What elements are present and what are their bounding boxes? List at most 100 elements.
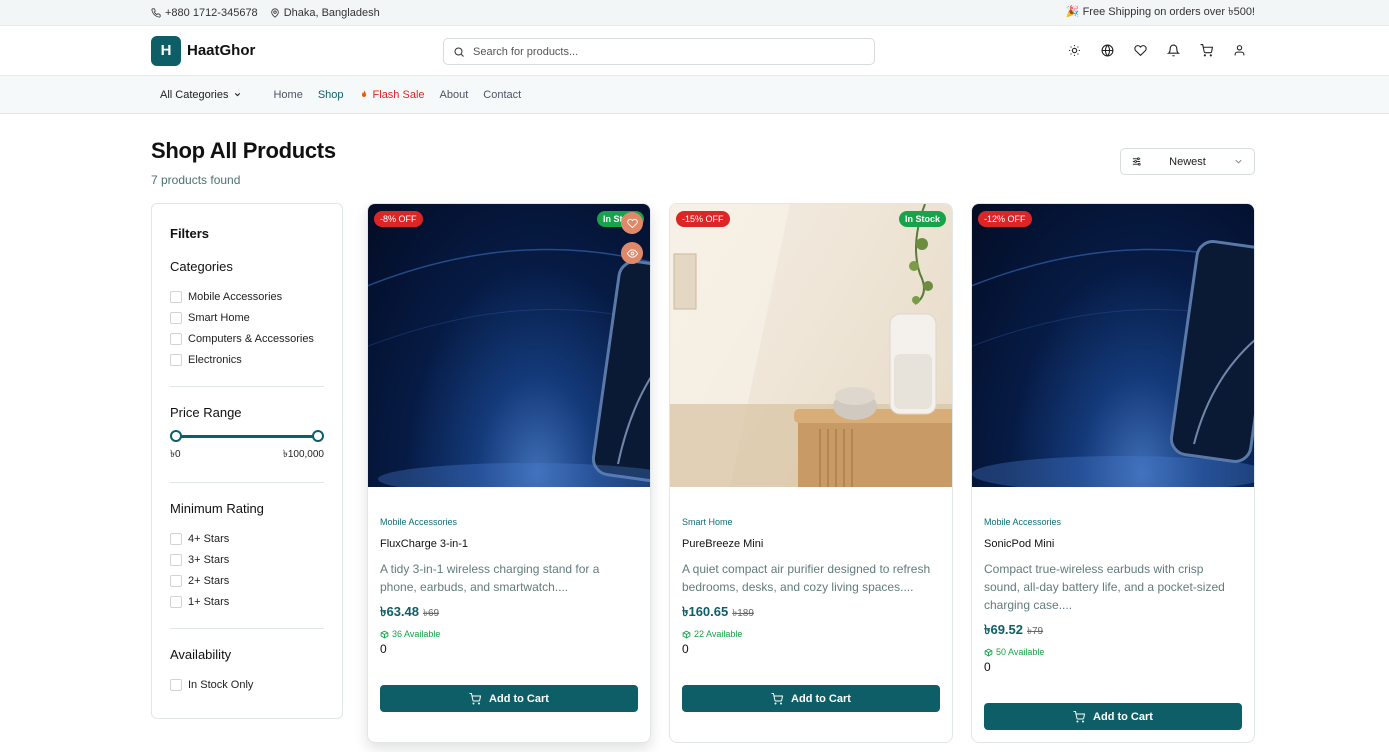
cart-icon: [469, 692, 482, 704]
original-price: ৳69: [423, 608, 440, 619]
theme-toggle-button[interactable]: [1067, 43, 1082, 58]
rating-option[interactable]: 2+ Stars: [170, 570, 324, 591]
add-to-cart-button[interactable]: Add to Cart: [984, 703, 1242, 730]
product-category[interactable]: Mobile Accessories: [380, 517, 638, 527]
price-range-title: Price Range: [170, 405, 242, 420]
nav-flash-sale[interactable]: Flash Sale: [359, 89, 425, 101]
category-option[interactable]: Electronics: [170, 349, 324, 370]
product-extra-value: 0: [984, 660, 991, 674]
package-icon: [984, 648, 993, 656]
rating-label: 3+ Stars: [188, 553, 230, 566]
product-card[interactable]: -15% OFF In Stock Smart Home PureBreeze …: [669, 203, 953, 743]
header-actions: [1067, 43, 1247, 58]
product-description: A quiet compact air purifier designed to…: [682, 562, 931, 594]
wishlist-button[interactable]: [621, 212, 643, 234]
cart-button[interactable]: [1199, 43, 1214, 58]
cart-icon: [1200, 44, 1213, 57]
in-stock-option[interactable]: In Stock Only: [170, 674, 324, 695]
heart-icon: [1134, 45, 1147, 57]
checkbox[interactable]: [170, 595, 182, 608]
product-name[interactable]: FluxCharge 3-in-1: [380, 538, 638, 550]
slider-max-handle[interactable]: [312, 430, 324, 442]
categories-title: Categories: [170, 259, 233, 274]
nav-home[interactable]: Home: [273, 89, 302, 101]
notifications-button[interactable]: [1166, 43, 1181, 58]
rating-option[interactable]: 4+ Stars: [170, 528, 324, 549]
add-to-cart-label: Add to Cart: [791, 692, 851, 705]
product-category[interactable]: Mobile Accessories: [984, 517, 1242, 527]
add-to-cart-label: Add to Cart: [1093, 710, 1153, 723]
checkbox[interactable]: [170, 353, 182, 366]
product-card[interactable]: -8% OFF In Stock Mobile Accessories Flux…: [367, 203, 651, 743]
phone-illustration: [368, 248, 650, 487]
flame-icon: [361, 90, 366, 97]
divider: [170, 628, 324, 629]
discount-badge: -12% OFF: [978, 211, 1032, 227]
checkbox[interactable]: [170, 332, 182, 345]
category-option[interactable]: Mobile Accessories: [170, 286, 324, 307]
product-card[interactable]: -12% OFF Mobile Accessories SonicPod Min…: [971, 203, 1255, 743]
all-categories-dropdown[interactable]: All Categories: [151, 83, 251, 107]
nav-about[interactable]: About: [440, 89, 469, 101]
product-info: Smart Home PureBreeze Mini A quiet compa…: [670, 487, 952, 656]
price-range-slider[interactable]: [170, 429, 324, 443]
phone-info: +880 1712-345678: [151, 7, 258, 19]
product-price: ৳160.65: [682, 604, 729, 619]
category-label: Computers & Accessories: [188, 332, 314, 345]
promo-text: 🎉 Free Shipping on orders over ৳500!: [1065, 6, 1255, 18]
sort-dropdown[interactable]: Newest: [1120, 148, 1255, 175]
nav-shop[interactable]: Shop: [318, 89, 344, 101]
checkbox[interactable]: [170, 574, 182, 587]
air-purifier-illustration: [670, 204, 952, 487]
price-row: ৳160.65 ৳189: [682, 603, 940, 624]
product-name[interactable]: SonicPod Mini: [984, 538, 1242, 550]
nav-contact[interactable]: Contact: [483, 89, 521, 101]
checkbox[interactable]: [170, 678, 182, 691]
category-option[interactable]: Smart Home: [170, 307, 324, 328]
discount-badge: -8% OFF: [374, 211, 423, 227]
checkbox[interactable]: [170, 311, 182, 324]
product-category[interactable]: Smart Home: [682, 517, 940, 527]
search-input[interactable]: [473, 45, 853, 58]
product-info: Mobile Accessories SonicPod Mini Compact…: [972, 487, 1254, 674]
location-text: Dhaka, Bangladesh: [283, 6, 380, 19]
divider: [170, 482, 324, 483]
product-image[interactable]: -15% OFF In Stock: [670, 204, 952, 487]
available-count: 22 Available: [694, 629, 743, 639]
checkbox[interactable]: [170, 532, 182, 545]
quick-view-button[interactable]: [621, 242, 643, 264]
product-info: Mobile Accessories FluxCharge 3-in-1 A t…: [368, 487, 650, 656]
rating-option[interactable]: 3+ Stars: [170, 549, 324, 570]
slider-min-handle[interactable]: [170, 430, 182, 442]
checkbox[interactable]: [170, 290, 182, 303]
product-image[interactable]: -8% OFF In Stock: [368, 204, 650, 487]
filters-title: Filters: [170, 226, 210, 241]
logo[interactable]: H HaatGhor: [151, 35, 256, 66]
language-button[interactable]: [1100, 43, 1115, 58]
product-name[interactable]: PureBreeze Mini: [682, 538, 940, 550]
availability: 22 Available: [682, 629, 940, 639]
product-image[interactable]: -12% OFF: [972, 204, 1254, 487]
product-description: Compact true-wireless earbuds with crisp…: [984, 562, 1225, 612]
sun-icon: [1069, 45, 1080, 56]
availability: 50 Available: [984, 647, 1242, 657]
heart-icon: [626, 218, 638, 228]
checkbox[interactable]: [170, 553, 182, 566]
category-option[interactable]: Computers & Accessories: [170, 328, 324, 349]
add-to-cart-button[interactable]: Add to Cart: [682, 685, 940, 712]
price-range-labels: ৳0 ৳100,000: [170, 447, 324, 464]
category-label: Smart Home: [188, 311, 250, 324]
rating-option[interactable]: 1+ Stars: [170, 591, 324, 612]
phone-icon: [151, 7, 161, 18]
category-label: Electronics: [188, 353, 242, 366]
search-icon: [454, 47, 464, 57]
product-price: ৳69.52: [984, 622, 1024, 637]
account-button[interactable]: [1232, 43, 1247, 58]
product-extra-value: 0: [682, 642, 689, 656]
add-to-cart-button[interactable]: Add to Cart: [380, 685, 638, 712]
rating-label: 1+ Stars: [188, 595, 230, 608]
price-row: ৳69.52 ৳79: [984, 621, 1242, 642]
brand-name: HaatGhor: [187, 42, 256, 59]
wishlist-button[interactable]: [1133, 43, 1148, 58]
product-description: A tidy 3-in-1 wireless charging stand fo…: [380, 562, 600, 594]
